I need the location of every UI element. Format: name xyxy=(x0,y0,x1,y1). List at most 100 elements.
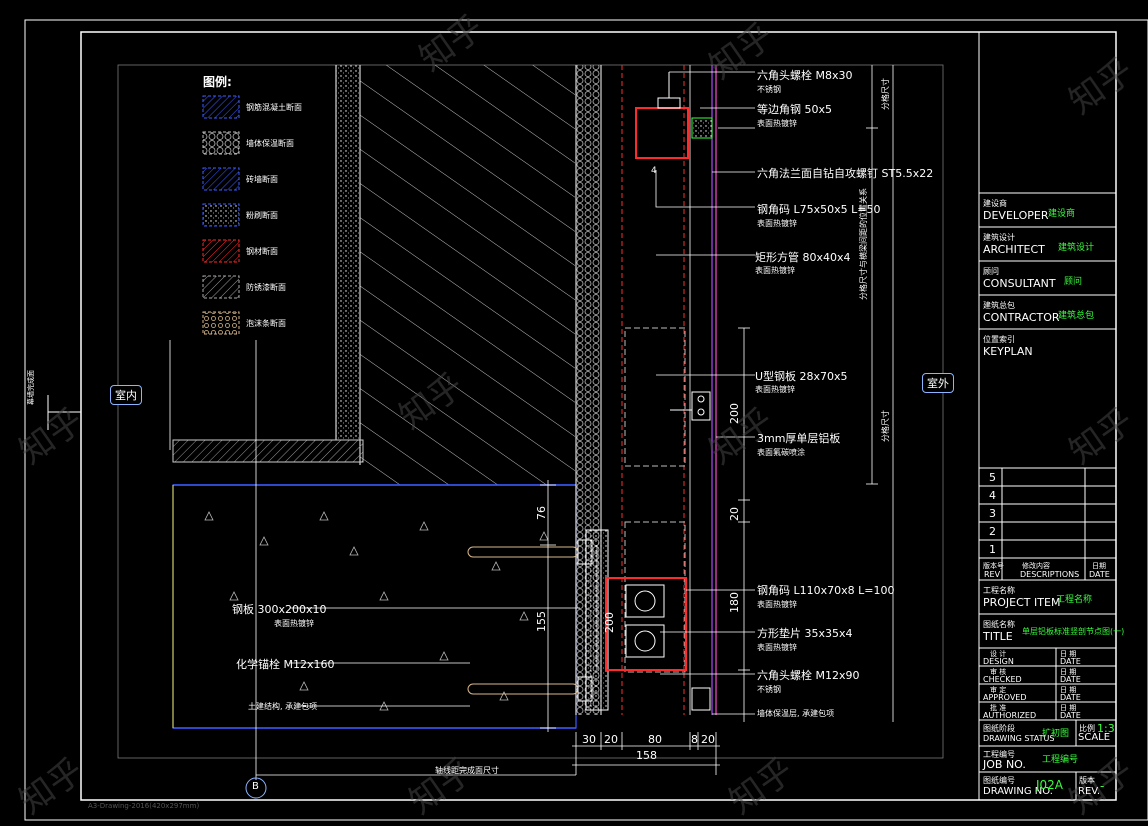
tb-status-val: 扩初图 xyxy=(1042,729,1070,739)
tb-status-cn: 图纸阶段 xyxy=(983,724,1015,733)
note-angle-110: 钢角码 L110x70x8 L=100 xyxy=(757,584,895,597)
note-plate-sub: 表面热镀锌 xyxy=(274,619,314,628)
tb-date-1: DATE xyxy=(1060,657,1081,666)
legend-swatch-plaster xyxy=(202,203,240,227)
tb-developer-cn: 建设商 xyxy=(983,199,1007,208)
legend-item: 防锈漆断面 xyxy=(246,283,286,292)
dim-bottom-8: 8 xyxy=(691,733,698,746)
note-washer: 方形垫片 35x35x4 xyxy=(757,627,853,640)
tb-consultant-val: 顾问 xyxy=(1064,277,1083,287)
note-vertical-1: 分格尺寸 xyxy=(881,78,890,110)
tb-date-3: DATE xyxy=(1060,693,1081,702)
rev-row: 3 xyxy=(989,507,996,520)
legend-swatch-brick xyxy=(202,167,240,191)
tb-keyplan-cn: 位置索引 xyxy=(983,335,1015,344)
brick-wall xyxy=(360,65,575,485)
tb-title: TITLE xyxy=(983,630,1013,643)
indoor-label: 室内 xyxy=(110,385,142,405)
tb-job-val: 工程编号 xyxy=(1042,755,1079,765)
tb-revno-val: - xyxy=(1100,779,1105,793)
dim-bottom-30: 30 xyxy=(582,733,596,746)
note-angle-110-sub: 表面热镀锌 xyxy=(757,600,797,609)
tb-contractor-val: 建筑总包 xyxy=(1058,311,1095,321)
tb-approved: APPROVED xyxy=(983,693,1027,702)
note-tube: 矩形方管 80x40x4 xyxy=(755,251,851,264)
note-u-steel-sub: 表面热镀锌 xyxy=(755,385,795,394)
footer-sheet-size: A3-Drawing-2016(420x297mm) xyxy=(88,802,200,810)
note-bolt-m12: 六角头螺栓 M12x90 xyxy=(757,669,860,682)
rev-row: 4 xyxy=(989,489,996,502)
top-bracket: 4 xyxy=(635,72,713,176)
tb-title-cn: 图纸名称 xyxy=(983,620,1015,629)
tb-developer-val: 建设商 xyxy=(1048,209,1076,219)
cad-drawing-canvas: 4 知乎 知乎 知乎 知乎 知乎 知乎 知乎 知乎 知乎 知乎 知乎 xyxy=(12,8,1148,823)
left-vertical-label: 幕墙完成面 xyxy=(27,370,35,405)
floor-screed xyxy=(172,439,364,463)
rev-head-no-en: REV xyxy=(984,570,1001,579)
wm7: 知乎 xyxy=(1062,401,1141,473)
tb-date-2: DATE xyxy=(1060,675,1081,684)
note-angle-75-sub: 表面热镀锌 xyxy=(757,219,797,228)
tb-checked: CHECKED xyxy=(983,675,1022,684)
legend-item: 钢材断面 xyxy=(246,247,278,256)
dim-bottom-20b: 20 xyxy=(701,733,715,746)
legend-item: 钢筋混凝土断面 xyxy=(246,103,302,112)
note-washer-sub: 表面热镀锌 xyxy=(757,643,797,652)
note-screw: 六角法兰面自钻自攻螺钉 ST5.5x22 xyxy=(757,167,934,180)
note-bolt-m8-sub: 不锈钢 xyxy=(757,85,781,94)
tb-consultant: CONSULTANT xyxy=(983,277,1056,290)
plaster-layer xyxy=(336,65,360,440)
note-vertical-2: 分格尺寸与横梁间距的位置关系 xyxy=(859,188,868,300)
rev-head-date-en: DATE xyxy=(1089,570,1110,579)
note-foam: 墙体保温层, 承建包项 xyxy=(757,709,835,718)
legend-swatch-steel xyxy=(202,239,240,263)
tb-consultant-cn: 顾问 xyxy=(983,267,999,276)
tb-project-cn: 工程名称 xyxy=(983,586,1015,595)
note-vertical-3: 分格尺寸 xyxy=(881,410,890,442)
legend-item: 墙体保温断面 xyxy=(246,139,294,148)
dim-76: 76 xyxy=(535,506,548,520)
legend-swatch-insulation xyxy=(202,131,240,155)
note-plate: 钢板 300x200x10 xyxy=(232,603,327,616)
dim-bottom-20: 20 xyxy=(604,733,618,746)
legend-swatch-concrete xyxy=(202,95,240,119)
dim-200-right: 200 xyxy=(728,403,741,424)
rev-row: 5 xyxy=(989,471,996,484)
outdoor-label: 室外 xyxy=(922,373,954,393)
dim-155: 155 xyxy=(535,611,548,632)
rev-head-desc-en: DESCRIPTIONS xyxy=(1020,570,1080,579)
tb-revno-cn: 版本 xyxy=(1079,776,1095,785)
tb-design: DESIGN xyxy=(983,657,1014,666)
note-flat-steel: 等边角钢 50x5 xyxy=(757,103,833,116)
tb-developer: DEVELOPER xyxy=(983,209,1049,222)
tb-drawing-cn: 图纸编号 xyxy=(983,776,1015,785)
note-tube-sub: 表面热镀锌 xyxy=(755,266,795,275)
wm9: 知乎 xyxy=(402,751,481,823)
tb-architect-cn: 建筑设计 xyxy=(983,233,1015,242)
legend-swatch-foam xyxy=(202,311,240,335)
tb-contractor: CONTRACTOR xyxy=(983,311,1060,324)
tb-date-4: DATE xyxy=(1060,711,1081,720)
dim-20: 20 xyxy=(728,507,741,521)
tb-contractor-cn: 建筑总包 xyxy=(983,301,1015,310)
tb-title-val: 单层铝板标准竖剖节点图(一) xyxy=(1022,627,1125,636)
wm8: 知乎 xyxy=(12,751,91,823)
note-axis-text: 轴线距完成面尺寸 xyxy=(435,766,499,775)
legend-item: 砖墙断面 xyxy=(246,175,278,184)
tb-authorized: AUTHORIZED xyxy=(983,711,1037,720)
note-flat-steel-sub: 表面热镀锌 xyxy=(757,119,797,128)
wm3: 知乎 xyxy=(1062,51,1141,123)
note-bolt-m8: 六角头螺栓 M8x30 xyxy=(757,69,853,82)
dim-total: 158 xyxy=(636,749,657,762)
note-al-panel-sub: 表面氟碳喷涂 xyxy=(757,448,805,457)
tb-architect: ARCHITECT xyxy=(983,243,1045,256)
tb-revno: REV. xyxy=(1078,786,1100,797)
tb-keyplan: KEYPLAN xyxy=(983,345,1033,358)
tb-scale-val: 1:3 xyxy=(1097,722,1115,735)
legend-title: 图例: xyxy=(203,75,232,89)
rev-row: 2 xyxy=(989,525,996,538)
tb-project-val: 工程名称 xyxy=(1056,595,1093,605)
note-u-steel: U型钢板 28x70x5 xyxy=(755,370,848,383)
tb-architect-val: 建筑设计 xyxy=(1058,243,1095,253)
note-al-panel: 3mm厚单层铝板 xyxy=(757,432,841,445)
